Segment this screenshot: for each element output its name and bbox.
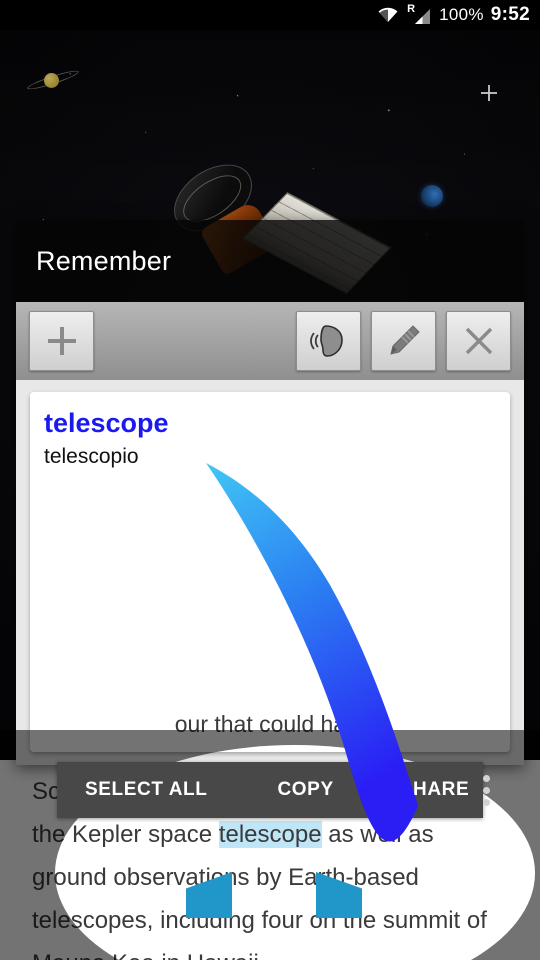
remember-dialog: Remember telescope telescopio our that c… bbox=[16, 220, 524, 765]
article-line-2: the Kepler space telescope as well as bbox=[32, 816, 508, 853]
pencil-icon bbox=[386, 323, 422, 359]
dictionary-result-card[interactable]: telescope telescopio our that could ha .… bbox=[30, 392, 510, 752]
plus-icon bbox=[45, 324, 79, 358]
battery-percentage: 100% bbox=[439, 5, 484, 24]
close-button[interactable] bbox=[446, 311, 511, 371]
select-all-button[interactable]: SELECT ALL bbox=[71, 779, 221, 801]
dialog-body: telescope telescopio our that could ha .… bbox=[16, 380, 524, 765]
dialog-toolbar bbox=[16, 302, 524, 380]
status-bar: R 100% 9:52 bbox=[0, 0, 540, 30]
wifi-icon bbox=[377, 7, 399, 23]
signal-bars-icon: R bbox=[406, 4, 432, 24]
copy-button[interactable]: COPY bbox=[263, 779, 347, 801]
speaking-head-icon bbox=[309, 324, 348, 358]
article-line-4: telescopes, including four on the summit… bbox=[32, 907, 487, 934]
contextual-action-bar: SELECT ALL COPY SHARE bbox=[57, 762, 491, 818]
card-snippet-text: our that could ha .. bbox=[174, 711, 366, 737]
dialog-title: Remember bbox=[36, 245, 172, 276]
close-x-icon bbox=[462, 324, 496, 358]
phone-screen: rock. Scientists discovered the exoplane… bbox=[0, 0, 540, 960]
article-line-2-pre: the Kepler space bbox=[32, 821, 219, 848]
selection-handle-left[interactable] bbox=[186, 872, 232, 918]
article-line-2-post: as well as bbox=[321, 821, 434, 848]
selected-word-telescope[interactable]: telescope bbox=[218, 821, 322, 848]
card-term: telescope bbox=[44, 408, 169, 438]
speak-button[interactable] bbox=[296, 311, 361, 371]
overflow-menu-icon[interactable] bbox=[483, 774, 491, 806]
share-button[interactable]: SHARE bbox=[386, 779, 484, 801]
article-line-5: Mauna Kea in Hawaii. bbox=[32, 945, 508, 960]
edit-button[interactable] bbox=[371, 311, 436, 371]
clock: 9:52 bbox=[490, 4, 530, 25]
card-translation: telescopio bbox=[44, 445, 139, 469]
add-button[interactable] bbox=[29, 311, 94, 371]
dialog-header: Remember bbox=[16, 220, 524, 302]
article-line-3: ground observations by Earth-based bbox=[32, 864, 419, 891]
selection-handle-right[interactable] bbox=[316, 872, 362, 918]
